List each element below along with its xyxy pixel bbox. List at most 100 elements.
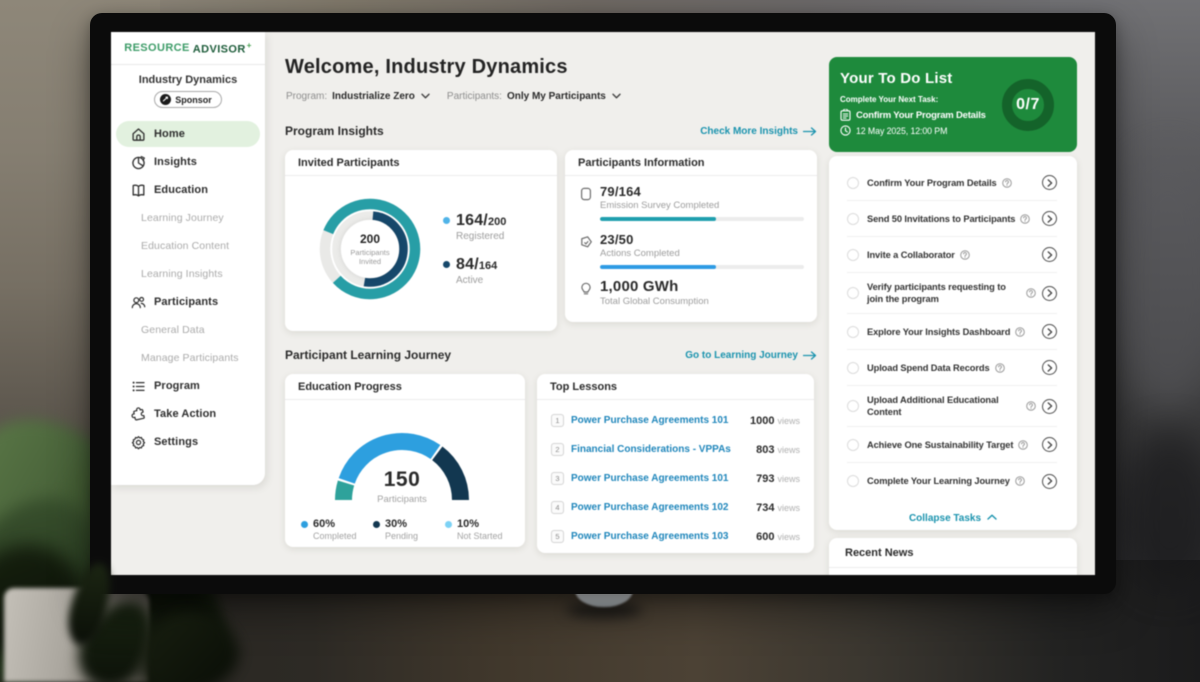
todo-task-row: Upload Spend Data Records <box>847 350 1057 386</box>
legend-label: Active <box>456 275 506 286</box>
task-checkbox[interactable] <box>847 249 859 261</box>
sidebar-item-label: Settings <box>154 436 198 448</box>
top-lessons-card: Top Lessons 1Power Purchase Agreements 1… <box>537 374 814 553</box>
sidebar-item-insights[interactable]: Insights <box>111 148 265 176</box>
go-to-learning-journey-link[interactable]: Go to Learning Journey <box>685 350 817 361</box>
legend-dot <box>445 521 452 528</box>
collapse-tasks-link[interactable]: Collapse Tasks <box>829 513 1077 524</box>
task-label: Achieve One Sustainability Target <box>867 439 1013 451</box>
lesson-views-count: 600 <box>756 531 774 543</box>
page-title: Welcome, Industry Dynamics <box>285 56 568 79</box>
lesson-link[interactable]: Financial Considerations - VPPAs <box>571 444 756 455</box>
task-go-button[interactable] <box>1042 286 1057 301</box>
lesson-rank-badge: 1 <box>551 414 564 427</box>
legend-value: 30% <box>385 518 445 530</box>
task-checkbox[interactable] <box>847 213 859 225</box>
question-icon[interactable] <box>1018 440 1028 450</box>
sidebar-item-general-data[interactable]: General Data <box>111 316 265 344</box>
sidebar-item-settings[interactable]: Settings <box>111 428 265 456</box>
sidebar-item-learning-journey[interactable]: Learning Journey <box>111 204 265 232</box>
resource-advisor-logo[interactable]: RESOURCE ADVISOR+ <box>111 32 265 65</box>
learning-journey-header: Participant Learning Journey Go to Learn… <box>285 348 817 362</box>
participants-filter-label: Participants: <box>447 91 502 102</box>
sidebar-item-label: Learning Insights <box>141 268 223 280</box>
photo-of-monitor: RESOURCE ADVISOR+ Industry Dynamics Spon… <box>0 0 1200 682</box>
question-icon[interactable] <box>1015 476 1025 486</box>
legend-label: Not Started <box>457 531 517 541</box>
dashboard-screen: RESOURCE ADVISOR+ Industry Dynamics Spon… <box>111 32 1095 575</box>
lesson-views-count: 793 <box>756 473 774 485</box>
task-go-button[interactable] <box>1042 399 1057 414</box>
lesson-link[interactable]: Power Purchase Agreements 103 <box>571 531 756 542</box>
task-checkbox[interactable] <box>847 287 859 299</box>
task-go-button[interactable] <box>1042 175 1057 190</box>
education-progress-card: Education Progress 150 Participants 60%C… <box>285 374 525 547</box>
program-filter-value[interactable]: Industrialize Zero <box>332 91 415 102</box>
todo-task-row: Invite a Collaborator <box>847 237 1057 273</box>
task-label: Confirm Your Program Details <box>867 177 997 189</box>
task-checkbox[interactable] <box>847 439 859 451</box>
task-checkbox[interactable] <box>847 475 859 487</box>
info-value: 23/50 <box>600 232 804 247</box>
todo-task-row: Verify participants requesting to join t… <box>847 273 1057 314</box>
todo-next-task: Confirm Your Program Details <box>840 109 986 121</box>
task-checkbox[interactable] <box>847 326 859 338</box>
education-progress-title: Education Progress <box>285 374 525 400</box>
question-icon[interactable] <box>960 250 970 260</box>
question-icon[interactable] <box>1026 401 1036 411</box>
lesson-views-label: views <box>777 503 800 513</box>
sidebar-nav: HomeInsights Education Learning Journey Edu… <box>111 120 265 456</box>
sidebar-item-program[interactable]: Program <box>111 372 265 400</box>
clock-icon <box>840 125 851 136</box>
participants-information-title: Participants Information <box>565 150 817 176</box>
arrow-right-icon <box>803 351 817 360</box>
sponsor-icon <box>160 94 171 105</box>
todo-progress-count: 0/7 <box>1000 77 1056 133</box>
todo-title: Your To Do List <box>840 70 952 87</box>
check-more-insights-link[interactable]: Check More Insights <box>700 126 817 137</box>
question-icon[interactable] <box>1020 214 1030 224</box>
legend-dot <box>443 217 450 224</box>
task-checkbox[interactable] <box>847 400 859 412</box>
sidebar-item-label: Participants <box>154 296 218 308</box>
sidebar-item-take-action[interactable]: Take Action <box>111 400 265 428</box>
task-go-button[interactable] <box>1042 324 1057 339</box>
sidebar-item-label: Education <box>154 184 208 196</box>
chevron-down-icon[interactable] <box>421 91 430 102</box>
sidebar-item-manage-participants[interactable]: Manage Participants <box>111 344 265 372</box>
task-checkbox[interactable] <box>847 177 859 189</box>
sidebar-item-participants[interactable]: Participants <box>111 288 265 316</box>
insights-icon <box>131 155 146 170</box>
sidebar-item-learning-insights[interactable]: Learning Insights <box>111 260 265 288</box>
sidebar-item-label: Education Content <box>141 240 229 252</box>
question-icon[interactable] <box>1015 327 1025 337</box>
lesson-link[interactable]: Power Purchase Agreements 101 <box>571 415 750 426</box>
invited-participants-donut-chart: 200 Participants Invited <box>315 194 425 304</box>
task-checkbox[interactable] <box>847 362 859 374</box>
lesson-row: 4Power Purchase Agreements 102734views <box>551 493 800 522</box>
lesson-link[interactable]: Power Purchase Agreements 102 <box>571 502 756 513</box>
participants-filter-value[interactable]: Only My Participants <box>507 91 606 102</box>
bulb-icon <box>579 281 593 295</box>
lesson-rank-badge: 4 <box>551 501 564 514</box>
task-go-button[interactable] <box>1042 474 1057 489</box>
question-icon[interactable] <box>1002 178 1012 188</box>
progress-bar <box>600 217 804 221</box>
task-go-button[interactable] <box>1042 360 1057 375</box>
sponsor-label: Sponsor <box>175 95 212 105</box>
sidebar-item-home[interactable]: Home <box>111 120 265 148</box>
sidebar-item-education-content[interactable]: Education Content <box>111 232 265 260</box>
task-go-button[interactable] <box>1042 247 1057 262</box>
question-icon[interactable] <box>995 363 1005 373</box>
lesson-link[interactable]: Power Purchase Agreements 101 <box>571 473 756 484</box>
info-row: 1,000 GWhTotal Global Consumption <box>579 278 804 307</box>
task-go-button[interactable] <box>1042 211 1057 226</box>
chevron-down-icon[interactable] <box>612 91 621 102</box>
participants-icon <box>131 295 146 310</box>
sidebar-item-education[interactable]: Education <box>111 176 265 204</box>
legend-dot <box>301 521 308 528</box>
task-go-button[interactable] <box>1042 437 1057 452</box>
home-icon <box>131 127 146 142</box>
logo-resource: RESOURCE <box>124 42 190 54</box>
question-icon[interactable] <box>1026 288 1036 298</box>
